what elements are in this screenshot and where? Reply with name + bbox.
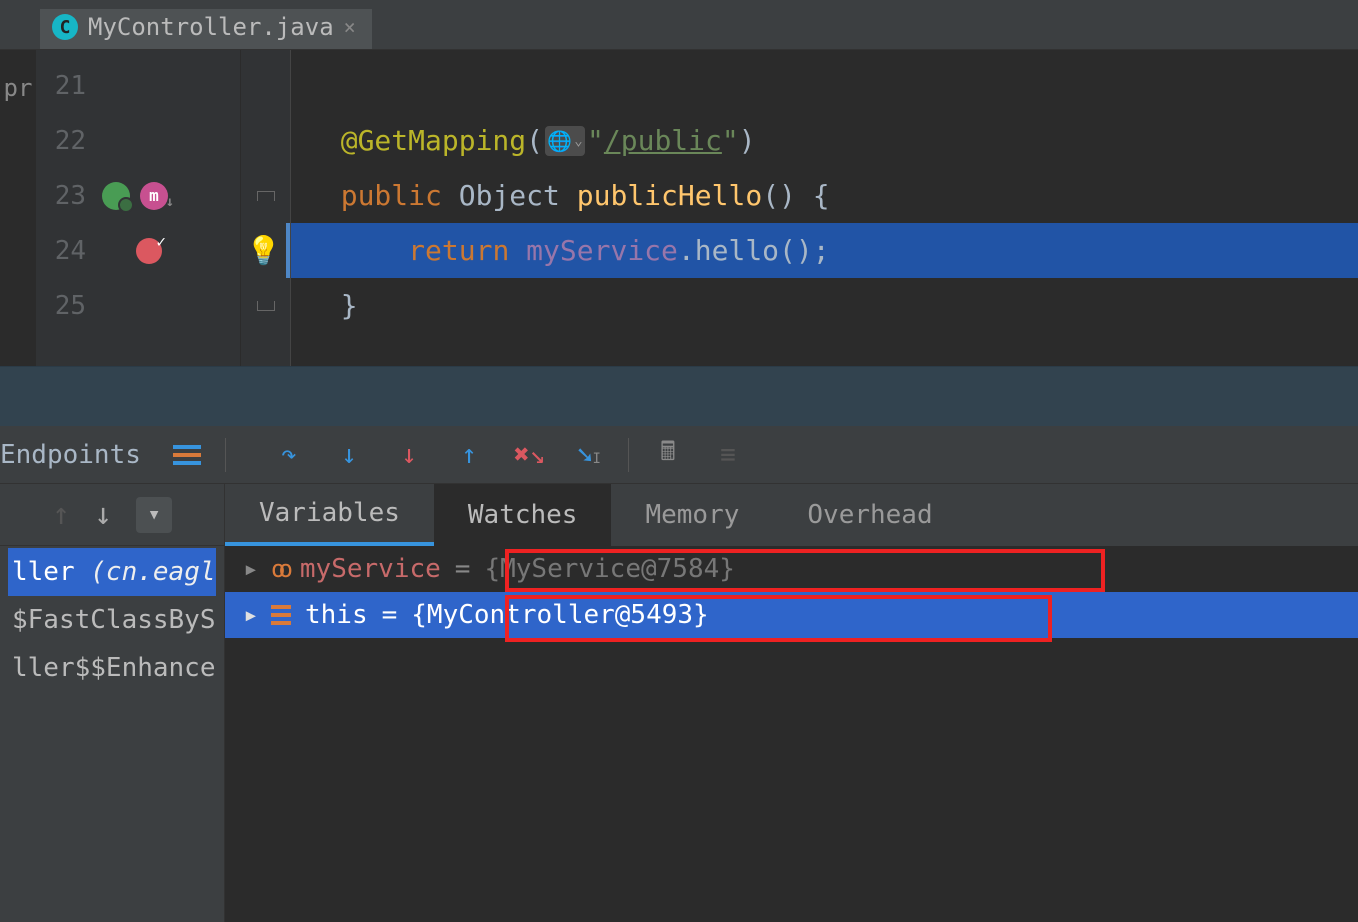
line-number: 24	[52, 236, 86, 266]
expand-icon[interactable]: ▸	[243, 546, 257, 592]
line-number: 21	[52, 71, 86, 101]
frames-toolbar: ↑ ↓ ▾	[0, 484, 224, 546]
punct: (	[526, 124, 543, 157]
keyword-return: return	[408, 234, 509, 267]
line-number: 23	[52, 181, 86, 211]
punct: ()	[762, 179, 796, 212]
expand-icon[interactable]: ▸	[243, 592, 257, 638]
step-over-icon[interactable]: ↷	[274, 440, 304, 470]
watches-panel[interactable]: ▸ oo myService = {MyService@7584} ▸ this…	[225, 546, 1358, 922]
line-number: 25	[52, 291, 86, 321]
run-gutter-icon[interactable]	[102, 182, 130, 210]
url-path[interactable]: /public	[604, 124, 722, 157]
editor-tab-bar: C MyController.java ×	[0, 0, 1358, 50]
punct: .	[678, 234, 695, 267]
file-tab-label: MyController.java	[88, 13, 334, 41]
debug-tab-row: Variables Watches Memory Overhead	[225, 484, 1358, 546]
step-out-icon[interactable]: ↑	[454, 440, 484, 470]
tab-overhead[interactable]: Overhead	[773, 484, 966, 546]
endpoints-icon[interactable]	[173, 445, 201, 465]
keyword-public: public	[341, 179, 442, 212]
endpoints-label[interactable]: Endpoints	[0, 440, 157, 470]
punct: }	[341, 289, 358, 322]
string-quote: "	[587, 124, 604, 157]
type-token: Object	[459, 179, 560, 212]
fold-column: 💡	[241, 50, 291, 366]
step-into-icon[interactable]: ↓	[334, 440, 364, 470]
force-step-into-icon[interactable]: ↓	[394, 440, 424, 470]
watch-icon: oo	[271, 546, 286, 592]
debug-toolbar: Endpoints ↷ ↓ ↓ ↑ ✖↘ ➘I 🖩 ≡	[0, 426, 1358, 484]
globe-icon[interactable]: 🌐	[545, 126, 585, 156]
method-name-token: publicHello	[577, 179, 762, 212]
equals: =	[455, 546, 471, 592]
method-gutter-icon[interactable]: m	[140, 182, 168, 210]
frames-panel: ↑ ↓ ▾ ller (cn.eagl $FastClassByS ller$$…	[0, 484, 225, 922]
code-content[interactable]: @GetMapping(🌐"/public") public Object pu…	[291, 50, 1358, 366]
punct: )	[739, 124, 756, 157]
punct: {	[796, 179, 830, 212]
method-call-token: hello	[695, 234, 779, 267]
line-gutter: 21 22 23 m 24 25	[36, 50, 241, 366]
close-icon[interactable]: ×	[344, 15, 356, 39]
watch-name: myService	[300, 546, 441, 592]
prev-frame-icon[interactable]: ↑	[52, 497, 70, 532]
intention-bulb-icon[interactable]: 💡	[246, 234, 281, 267]
class-file-icon: C	[52, 14, 78, 40]
filter-frames-icon[interactable]: ▾	[136, 497, 172, 533]
frame-row[interactable]: ller (cn.eagl	[8, 548, 216, 596]
next-frame-icon[interactable]: ↓	[94, 497, 112, 532]
tab-memory[interactable]: Memory	[611, 484, 773, 546]
equals: =	[382, 592, 398, 638]
highlight-annotation	[505, 595, 1052, 642]
drop-frame-icon[interactable]: ✖↘	[514, 440, 544, 470]
frame-row[interactable]: $FastClassByS	[8, 596, 216, 644]
highlight-annotation	[505, 549, 1105, 592]
tab-watches[interactable]: Watches	[434, 484, 612, 546]
file-tab[interactable]: C MyController.java ×	[40, 9, 372, 49]
punct: ();	[779, 234, 830, 267]
execution-line[interactable]: return myService.hello();	[291, 223, 1358, 278]
variable-name: this	[305, 592, 368, 638]
fold-end-icon[interactable]	[257, 301, 275, 311]
code-editor[interactable]: pr 21 22 23 m 24 25 💡	[0, 50, 1358, 366]
field-token: myService	[526, 234, 678, 267]
frame-row[interactable]: ller$$Enhance	[8, 644, 216, 692]
annotation-token: @GetMapping	[341, 124, 526, 157]
project-tool-stub[interactable]: pr	[0, 68, 36, 108]
editor-debug-separator	[0, 366, 1358, 426]
object-icon	[271, 605, 291, 625]
trace-icon[interactable]: ≡	[713, 440, 743, 470]
evaluate-icon[interactable]: 🖩	[653, 433, 683, 477]
line-number: 22	[52, 126, 86, 156]
string-quote: "	[722, 124, 739, 157]
tab-variables[interactable]: Variables	[225, 484, 434, 546]
step-controls: ↷ ↓ ↓ ↑ ✖↘ ➘I	[250, 440, 628, 470]
run-to-cursor-icon[interactable]: ➘I	[574, 440, 604, 470]
breakpoint-icon[interactable]	[136, 238, 162, 264]
frames-list[interactable]: ller (cn.eagl $FastClassByS ller$$Enhanc…	[0, 546, 224, 694]
fold-start-icon[interactable]	[257, 191, 275, 201]
